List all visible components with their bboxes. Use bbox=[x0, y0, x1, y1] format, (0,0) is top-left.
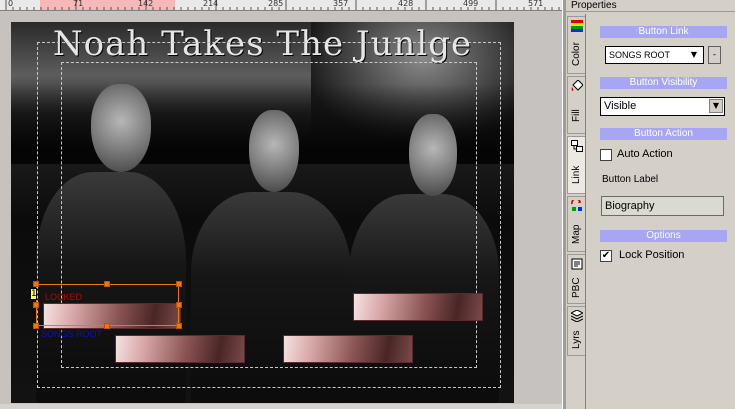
link-properties: Button Link SONGS ROOT ▼ - Button Visibi… bbox=[588, 14, 735, 409]
resize-handle-s[interactable] bbox=[104, 323, 110, 329]
tab-map-label: Map bbox=[571, 224, 582, 244]
tab-pbc[interactable]: PBC bbox=[567, 254, 585, 304]
tab-link-label: Link bbox=[571, 165, 582, 185]
auto-action-checkbox[interactable] bbox=[600, 149, 612, 161]
button-visibility-select[interactable]: Visible ▼ bbox=[600, 97, 725, 116]
lock-position-label: Lock Position bbox=[619, 249, 685, 261]
menu-background-photo: Noah Takes The Junlge LOCKED SONGS ROOT bbox=[11, 22, 514, 403]
ruler-tick-label: 0 bbox=[8, 0, 14, 8]
tab-layers[interactable]: Lyrs bbox=[567, 306, 585, 356]
tab-layers-label: Lyrs bbox=[571, 330, 582, 350]
tab-color-label: Color bbox=[571, 42, 582, 66]
menu-button-4[interactable] bbox=[283, 335, 413, 363]
canvas-workspace[interactable]: Noah Takes The Junlge LOCKED SONGS ROOT … bbox=[0, 12, 566, 409]
menu-button-3[interactable] bbox=[115, 335, 245, 363]
button-link-header: Button Link bbox=[600, 26, 727, 38]
color-icon bbox=[571, 20, 583, 32]
resize-handle-sw[interactable] bbox=[33, 323, 39, 329]
button-visibility-header: Button Visibility bbox=[600, 77, 727, 89]
button-label-caption: Button Label bbox=[602, 174, 659, 185]
menu-button-2[interactable] bbox=[353, 293, 483, 321]
tab-link[interactable]: Link bbox=[567, 136, 585, 194]
horizontal-scrollbar[interactable] bbox=[0, 404, 566, 409]
button-visibility-value: Visible bbox=[604, 100, 637, 112]
button-action-header: Button Action bbox=[600, 128, 727, 140]
panel-title: Properties bbox=[566, 0, 735, 12]
resize-handle-w[interactable] bbox=[33, 302, 39, 308]
tab-pbc-label: PBC bbox=[571, 277, 582, 299]
resize-handle-se[interactable] bbox=[176, 323, 182, 329]
chevron-down-icon[interactable]: ▼ bbox=[686, 48, 702, 62]
ruler-tick-label: 357 bbox=[333, 0, 349, 8]
button-link-value: SONGS ROOT bbox=[609, 50, 671, 60]
ruler-tick-label: 285 bbox=[268, 0, 284, 8]
resize-handle-ne[interactable] bbox=[176, 281, 182, 287]
resize-handle-nw[interactable] bbox=[33, 281, 39, 287]
button-label-input[interactable]: Biography bbox=[601, 196, 724, 216]
remove-link-button[interactable]: - bbox=[708, 46, 721, 64]
lock-position-checkbox[interactable]: ✔ bbox=[600, 250, 612, 262]
tab-fill[interactable]: Fill bbox=[567, 76, 585, 134]
chevron-down-icon[interactable]: ▼ bbox=[709, 99, 723, 113]
map-icon bbox=[571, 200, 582, 211]
ruler-tick-label: 499 bbox=[463, 0, 479, 8]
resize-handle-n[interactable] bbox=[104, 281, 110, 287]
ruler-tick-label: 571 bbox=[528, 0, 544, 8]
ruler-tick-label: 142 bbox=[138, 0, 154, 8]
fill-icon bbox=[571, 80, 583, 91]
ruler-tick-label: 214 bbox=[203, 0, 219, 8]
button-link-label: SONGS ROOT bbox=[41, 329, 103, 339]
properties-panel: Properties Color Fill Link Map PBC Lyrs … bbox=[566, 0, 735, 409]
tab-color[interactable]: Color bbox=[567, 16, 585, 74]
button-link-select[interactable]: SONGS ROOT ▼ bbox=[605, 46, 704, 64]
tab-fill-label: Fill bbox=[571, 109, 582, 123]
ruler-tick-label: 428 bbox=[398, 0, 414, 8]
link-icon bbox=[571, 140, 583, 152]
selection-box[interactable] bbox=[36, 284, 179, 326]
button-order-number: 1 bbox=[30, 288, 37, 300]
options-header: Options bbox=[600, 230, 727, 242]
auto-action-label: Auto Action bbox=[617, 148, 673, 160]
tab-map[interactable]: Map bbox=[567, 196, 585, 252]
layers-icon bbox=[571, 310, 583, 322]
ruler-tick-label: 71 bbox=[73, 0, 84, 8]
pbc-icon bbox=[571, 258, 583, 270]
resize-handle-e[interactable] bbox=[176, 302, 182, 308]
horizontal-ruler[interactable]: 071142214285357428499571642714 bbox=[0, 0, 566, 11]
property-tabs: Color Fill Link Map PBC Lyrs bbox=[566, 14, 586, 409]
